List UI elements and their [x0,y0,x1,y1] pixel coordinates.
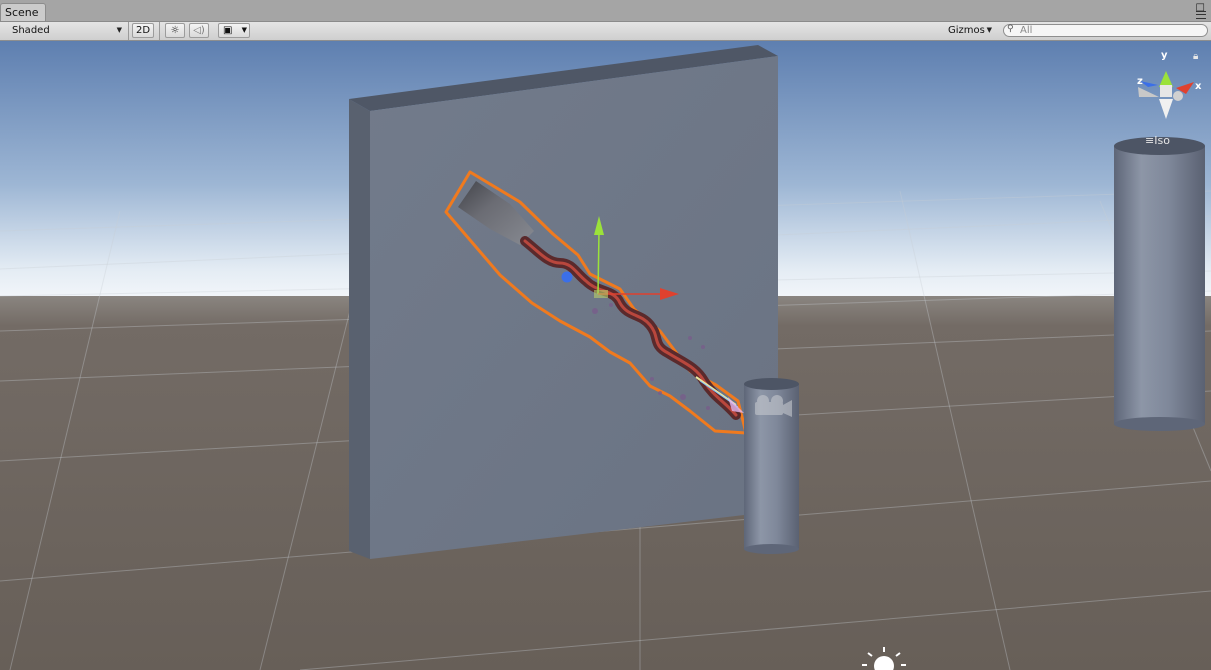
toolbar-divider [159,22,160,40]
dropdown-arrow-icon: ▼ [986,26,992,34]
projection-label: Iso [1154,134,1170,147]
light-toggle-icon: ☼ [170,25,180,36]
tab-scene[interactable]: Scene [0,3,46,21]
toolbar-divider [128,22,129,40]
hierarchy-search-box[interactable]: ⚲ [1003,24,1208,37]
gizmos-label: Gizmos [948,25,985,36]
gizmo-x-label: x [1195,81,1202,92]
gizmo-z-label: z [1137,76,1143,87]
projection-toggle[interactable]: ≡Iso [1145,134,1170,147]
tab-bar: Scene □ [0,0,1211,22]
xy-plane-handle[interactable] [594,290,608,298]
scene-toolbar: Shaded ▼ 2D ☼ ◁) ▣ ▼ Gizmos ▼ ⚲ [0,22,1211,41]
shading-mode-dropdown[interactable]: Shaded ▼ [6,23,126,38]
z-axis-handle[interactable] [561,271,573,283]
cylinder-near[interactable] [744,378,799,554]
dropdown-arrow-icon: ▼ [116,26,122,34]
tab-context-menu-button[interactable]: □ [1193,2,1207,19]
scene-effects-dropdown[interactable]: ▣ ▼ [218,23,250,38]
scene-audio-button[interactable]: ◁) [189,23,209,38]
scene-viewport[interactable]: y x z ≡Iso 🔒︎ [0,41,1211,670]
gizmos-dropdown[interactable]: Gizmos ▼ [943,23,996,38]
effects-image-icon: ▣ [223,25,233,36]
dropdown-arrow-icon: ▼ [241,26,247,34]
scene-render: y x z [0,41,1211,670]
y-axis-handle[interactable] [597,230,600,295]
gizmo-y-label: y [1161,50,1168,61]
wall-cube[interactable] [349,45,778,559]
search-icon: ⚲ [1007,24,1014,34]
2d-mode-button[interactable]: 2D [132,23,154,38]
cylinder-far[interactable] [1114,137,1205,431]
menu-icon [1196,11,1206,19]
audio-toggle-icon: ◁) [193,25,205,36]
lock-icon[interactable]: 🔒︎ [1193,51,1198,62]
shading-mode-label: Shaded [12,25,50,36]
scene-lighting-button[interactable]: ☼ [165,23,185,38]
search-input[interactable] [1020,24,1200,36]
